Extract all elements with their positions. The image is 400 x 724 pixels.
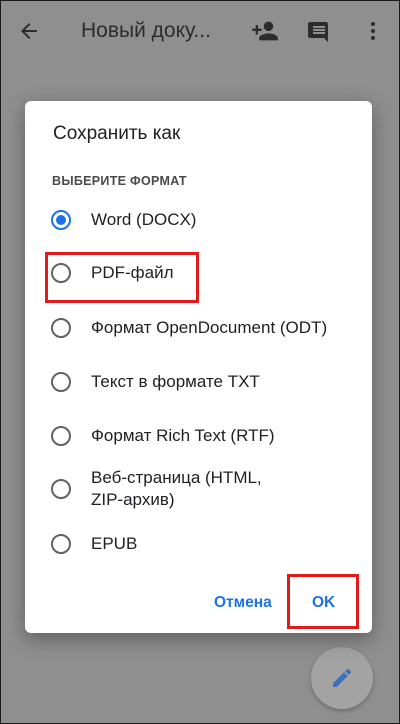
edit-fab-button[interactable]: [311, 647, 373, 709]
person-add-icon: [252, 21, 278, 41]
option-label: Формат OpenDocument (ODT): [91, 318, 328, 337]
comments-button[interactable]: [301, 13, 337, 49]
option-odt[interactable]: Формат OpenDocument (ODT): [51, 317, 361, 339]
option-html-zip[interactable]: Веб-страница (HTML, ZIP-архив): [51, 467, 361, 511]
back-button[interactable]: [11, 13, 47, 49]
dialog-title: Сохранить как: [53, 123, 181, 144]
option-label: Текст в формате TXT: [91, 372, 260, 391]
option-label: Веб-страница (HTML, ZIP-архив): [91, 468, 262, 509]
radio-button[interactable]: [51, 426, 71, 446]
comment-icon: [308, 22, 328, 42]
option-rtf[interactable]: Формат Rich Text (RTF): [51, 425, 361, 447]
share-button[interactable]: [247, 13, 283, 49]
radio-button[interactable]: [51, 318, 71, 338]
cancel-button[interactable]: Отмена: [214, 594, 272, 612]
radio-button[interactable]: [51, 534, 71, 554]
option-txt[interactable]: Текст в формате TXT: [51, 371, 361, 393]
arrow-back-icon: [21, 23, 37, 39]
format-section-label: ВЫБЕРИТЕ ФОРМАТ: [52, 174, 187, 188]
screen: Новый доку... Сохранить как ВЫБЕРИТЕ ФОР: [0, 0, 400, 724]
app-bar: Новый доку...: [1, 1, 399, 61]
option-label: Word (DOCX): [91, 210, 197, 229]
option-label: Формат Rich Text (RTF): [91, 426, 275, 445]
edit-pencil-icon: [333, 668, 352, 687]
radio-button[interactable]: [51, 479, 71, 499]
option-label: EPUB: [91, 534, 138, 553]
radio-button[interactable]: [51, 372, 71, 392]
option-word-docx[interactable]: Word (DOCX): [51, 209, 361, 231]
document-title: Новый доку...: [81, 19, 211, 42]
highlight-ok-button: [287, 574, 359, 629]
more-vert-icon: [371, 22, 375, 40]
radio-button-selected[interactable]: [51, 210, 71, 230]
highlight-pdf-option: [45, 252, 199, 303]
more-options-button[interactable]: [355, 13, 391, 49]
save-as-dialog: Сохранить как ВЫБЕРИТЕ ФОРМАТ Word (DOCX…: [25, 101, 372, 633]
option-epub[interactable]: EPUB: [51, 533, 361, 555]
